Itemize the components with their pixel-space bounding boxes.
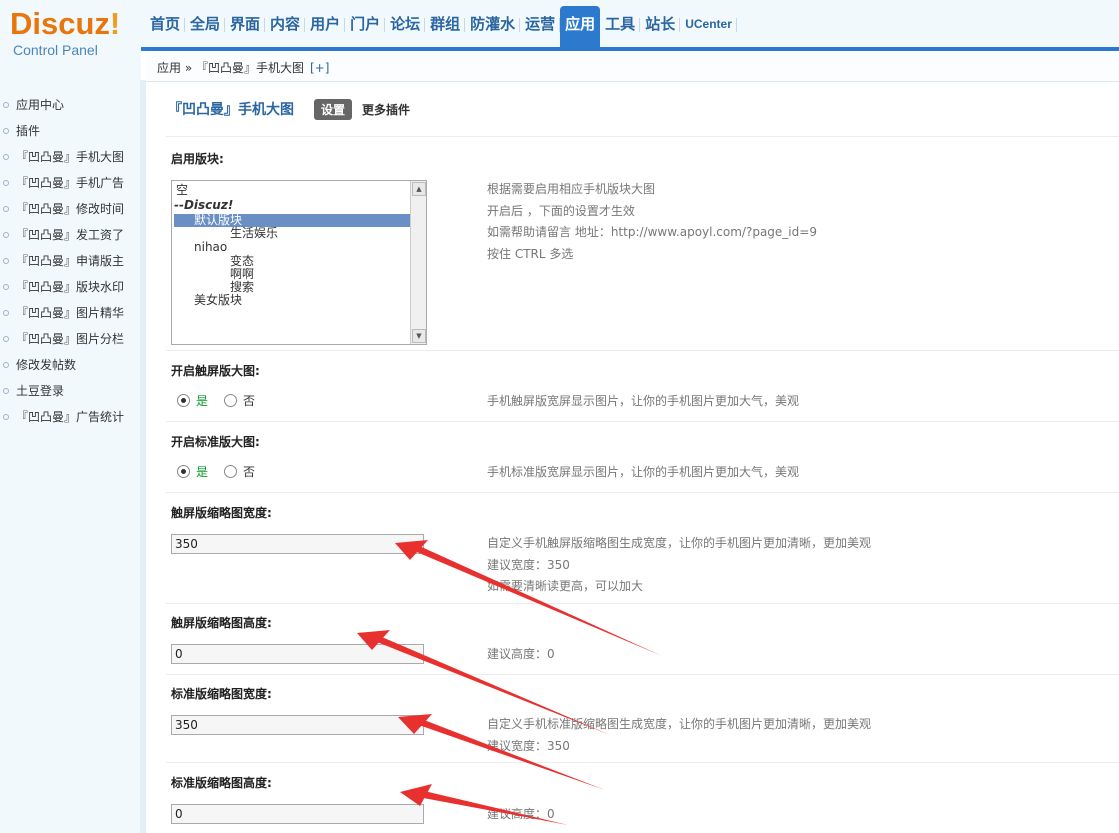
tip-line: 自定义手机标准版缩略图生成宽度，让你的手机图片更加清晰，更加美观 — [487, 717, 872, 731]
scroll-down-icon[interactable]: ▼ — [412, 329, 426, 343]
divider — [166, 136, 1119, 137]
nav-users[interactable]: 用户 — [305, 6, 346, 43]
nav-webmaster[interactable]: 站长 — [640, 6, 681, 43]
nav-antispam[interactable]: 防灌水 — [465, 6, 521, 43]
nav-apps[interactable]: 应用 — [560, 6, 601, 47]
sidebar-item-ad-stats[interactable]: 『凹凸曼』广告统计 — [0, 404, 140, 430]
touch-thumb-height-input[interactable]: 0 — [171, 644, 424, 664]
standard-thumb-height-tip: 建议高度：0 — [487, 807, 555, 821]
divider — [166, 421, 1119, 422]
tip-line: 如需帮助请留言 地址：http://www.apoyl.com/?page_id… — [487, 225, 817, 239]
plugin-title-row: 『凹凸曼』手机大图 设置 更多插件 — [168, 98, 410, 120]
tip-line: 根据需要启用相应手机版块大图 — [487, 182, 656, 196]
sidebar-item-tudou-login[interactable]: 土豆登录 — [0, 378, 140, 404]
forum-option[interactable]: 生活娱乐 — [230, 227, 278, 240]
standard-thumb-height-label: 标准版缩略图高度: — [171, 776, 272, 790]
tip-line: 建议宽度：350 — [487, 557, 570, 572]
nav-tools[interactable]: 工具 — [600, 6, 641, 43]
radio-label-no[interactable]: 否 — [243, 463, 255, 480]
standard-big-image-radios: 是 否 — [177, 463, 255, 480]
sidebar-item-modify-post-count[interactable]: 修改发帖数 — [0, 352, 140, 378]
standard-thumb-height-input[interactable]: 0 — [171, 804, 424, 824]
divider — [166, 603, 1119, 604]
sidebar-item-image-digest[interactable]: 『凹凸曼』图片精华 — [0, 300, 140, 326]
nav-content[interactable]: 内容 — [265, 6, 306, 43]
forum-option[interactable]: 美女版块 — [194, 294, 242, 307]
sidebar-item-image-columns[interactable]: 『凹凸曼』图片分栏 — [0, 326, 140, 352]
sidebar-item-modify-time[interactable]: 『凹凸曼』修改时间 — [0, 196, 140, 222]
touch-big-image-label: 开启触屏版大图: — [171, 364, 260, 378]
nav-interface[interactable]: 界面 — [225, 6, 266, 43]
nav-global[interactable]: 全局 — [185, 6, 226, 43]
add-shortcut-link[interactable]: [+] — [310, 61, 329, 75]
forum-option-selected[interactable]: 默认版块 — [174, 214, 410, 227]
sidebar-item-forum-watermark[interactable]: 『凹凸曼』版块水印 — [0, 274, 140, 300]
radio-label-yes[interactable]: 是 — [196, 392, 208, 409]
tip-line: 按住 CTRL 多选 — [487, 246, 574, 261]
sidebar-item-mobile-big-image[interactable]: 『凹凸曼』手机大图 — [0, 144, 140, 170]
touch-thumb-height-label: 触屏版缩略图高度: — [171, 616, 272, 630]
nav-operations[interactable]: 运营 — [520, 6, 561, 43]
touch-thumb-height-tip: 建议高度：0 — [487, 647, 555, 661]
touch-big-image-tip: 手机触屏版宽屏显示图片，让你的手机图片更加大气，美观 — [487, 394, 800, 408]
sidebar-item-pay-salary[interactable]: 『凹凸曼』发工资了 — [0, 222, 140, 248]
divider — [166, 350, 1119, 351]
sidebar-item-apply-moderator[interactable]: 『凹凸曼』申请版主 — [0, 248, 140, 274]
tip-line: 开启后 ，下面的设置才生效 — [487, 203, 635, 218]
standard-thumb-width-tips: 自定义手机标准版缩略图生成宽度，让你的手机图片更加清晰，更加美观 建议宽度：35… — [487, 714, 871, 757]
touch-big-image-radios: 是 否 — [177, 392, 255, 409]
divider — [166, 674, 1119, 675]
standard-thumb-width-input[interactable]: 350 — [171, 715, 424, 735]
standard-no-radio[interactable] — [224, 465, 238, 478]
standard-big-image-label: 开启标准版大图: — [171, 435, 260, 449]
forum-option[interactable]: nihao — [194, 241, 227, 254]
sidebar-item-plugins[interactable]: 插件 — [0, 118, 140, 144]
nav-home[interactable]: 首页 — [145, 6, 186, 43]
logo[interactable]: Discuz! Control Panel — [0, 0, 141, 80]
standard-thumb-width-label: 标准版缩略图宽度: — [171, 687, 272, 701]
standard-big-image-tip: 手机标准版宽屏显示图片，让你的手机图片更加大气，美观 — [487, 465, 800, 479]
divider — [166, 492, 1119, 493]
touch-yes-radio[interactable] — [177, 394, 190, 407]
forum-option[interactable]: 空 — [176, 184, 188, 197]
sidebar-item-mobile-ads[interactable]: 『凹凸曼』手机广告 — [0, 170, 140, 196]
listbox-scrollbar[interactable]: ▲ ▼ — [410, 181, 426, 344]
touch-thumb-width-label: 触屏版缩略图宽度: — [171, 506, 272, 520]
radio-label-no[interactable]: 否 — [243, 392, 255, 409]
nav-forum[interactable]: 论坛 — [385, 6, 426, 43]
divider — [166, 762, 1119, 763]
nav-portal[interactable]: 门户 — [345, 6, 386, 43]
standard-yes-radio[interactable] — [177, 465, 190, 478]
main-content: 『凹凸曼』手机大图 设置 更多插件 启用版块: 空 --Discuz! 默认版块… — [146, 82, 1119, 833]
page-title: 『凹凸曼』手机大图 — [168, 102, 294, 118]
touch-thumb-width-input[interactable]: 350 — [171, 534, 424, 554]
sidebar-item-app-center[interactable]: 应用中心 — [0, 92, 140, 118]
tip-line: 建议宽度：350 — [487, 738, 570, 753]
enable-forums-label: 启用版块: — [171, 152, 224, 166]
settings-button[interactable]: 设置 — [314, 98, 353, 120]
sidebar: 应用中心 插件 『凹凸曼』手机大图 『凹凸曼』手机广告 『凹凸曼』修改时间 『凹… — [0, 80, 146, 833]
breadcrumb-bar: 应用 » 『凹凸曼』手机大图 [+] — [146, 51, 1119, 82]
enable-forums-tips: 根据需要启用相应手机版块大图 开启后 ，下面的设置才生效 如需帮助请留言 地址：… — [487, 179, 817, 265]
scroll-up-icon[interactable]: ▲ — [412, 182, 426, 196]
radio-label-yes[interactable]: 是 — [196, 463, 208, 480]
forum-option-group: --Discuz! — [174, 198, 234, 212]
breadcrumb: 应用 » 『凹凸曼』手机大图 [+] — [157, 59, 329, 76]
nav-ucenter[interactable]: UCenter — [680, 6, 737, 43]
logo-brand: Discuz! — [10, 6, 121, 41]
tip-line: 如需要清晰读更高，可以加大 — [487, 579, 644, 593]
nav-groups[interactable]: 群组 — [425, 6, 466, 43]
main-nav: 首页 全局 界面 内容 用户 门户 论坛 群组 防灌水 运营 应用 工具 站长 … — [145, 6, 737, 47]
forum-multiselect[interactable]: 空 --Discuz! 默认版块 生活娱乐 nihao 变态 啊啊 搜索 美女版… — [171, 180, 427, 345]
logo-subtitle: Control Panel — [13, 42, 98, 58]
tip-line: 自定义手机触屏版缩略图生成宽度，让你的手机图片更加清晰，更加美观 — [487, 536, 872, 550]
top-header: 首页 全局 界面 内容 用户 门户 论坛 群组 防灌水 运营 应用 工具 站长 … — [0, 0, 1119, 51]
more-plugins-link[interactable]: 更多插件 — [362, 101, 410, 118]
breadcrumb-text[interactable]: 应用 » 『凹凸曼』手机大图 — [157, 61, 304, 75]
touch-no-radio[interactable] — [224, 394, 238, 407]
touch-thumb-width-tips: 自定义手机触屏版缩略图生成宽度，让你的手机图片更加清晰，更加美观 建议宽度：35… — [487, 533, 871, 598]
